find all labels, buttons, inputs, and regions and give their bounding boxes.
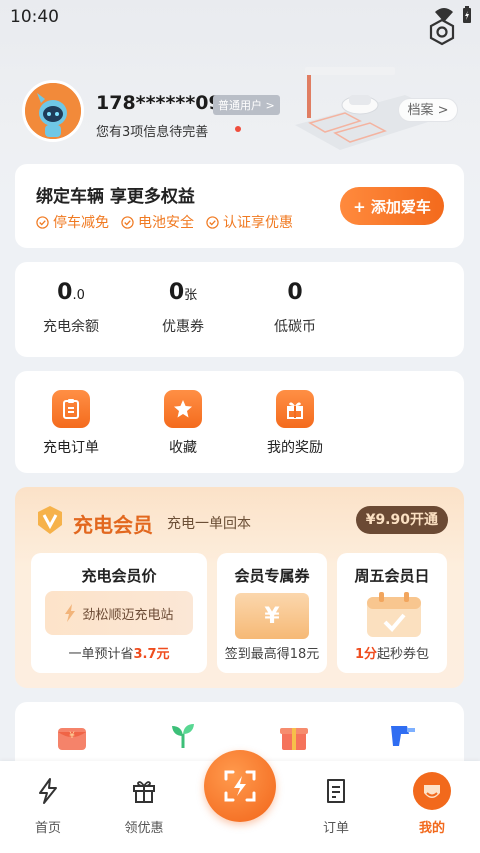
add-car-button[interactable]: + 添加爱车 — [340, 187, 444, 225]
tab-label: 我的 — [418, 821, 445, 836]
tab-label: 领优惠 — [124, 821, 164, 836]
check-circle-icon — [206, 215, 219, 229]
gift-icon — [276, 390, 314, 428]
check-circle-icon — [121, 215, 134, 229]
shortcut-label: 我的奖励 — [267, 440, 323, 456]
charging-gun-icon[interactable] — [387, 720, 421, 752]
notification-dot — [235, 126, 241, 132]
shortcuts-card: 充电订单 收藏 我的奖励 — [15, 371, 464, 473]
bind-vehicle-card: 绑定车辆 享更多权益 停车减免 电池安全 认证享优惠 + 添加爱车 — [15, 164, 464, 248]
perk-item: 电池安全 — [121, 212, 194, 232]
scan-charge-button[interactable] — [204, 750, 276, 822]
settings-icon[interactable] — [428, 18, 456, 46]
perk-item: 认证享优惠 — [206, 212, 293, 232]
calendar-check-icon — [367, 592, 421, 637]
profile-completion-hint[interactable]: 您有3项信息待完善 — [96, 121, 208, 140]
check-circle-icon — [36, 215, 49, 229]
tab-orders[interactable]: 订单 — [301, 777, 371, 836]
avatar[interactable] — [22, 80, 84, 142]
asset-value: 0 — [287, 280, 303, 305]
perk-label: 认证享优惠 — [223, 215, 293, 231]
clipboard-icon — [52, 390, 90, 428]
battery-icon — [463, 6, 471, 23]
profile-icon — [413, 772, 451, 810]
asset-value: 0张 — [168, 280, 198, 305]
assets-card: 0.0 充电余额 0张 优惠券 0 低碳币 — [15, 262, 464, 357]
lightning-icon — [39, 778, 57, 804]
sprout-icon[interactable] — [167, 720, 199, 752]
asset-value: 0.0 — [57, 280, 85, 305]
member-coupon-box[interactable]: 会员专属券 ¥ 签到最高得18元 — [217, 553, 327, 673]
scan-lightning-icon — [224, 770, 256, 802]
shortcut-label: 充电订单 — [43, 440, 99, 456]
member-box-footer: 签到最高得18元 — [224, 647, 320, 662]
perk-list: 停车减免 电池安全 认证享优惠 — [36, 212, 293, 232]
member-subtitle: 充电一单回本 — [167, 516, 251, 532]
archive-button[interactable]: 档案 > — [398, 98, 458, 122]
tab-home[interactable]: 首页 — [13, 777, 83, 836]
shortcut-charge-orders[interactable]: 充电订单 — [21, 390, 121, 457]
user-level-tag[interactable]: 普通用户 > — [213, 95, 280, 115]
gift-icon — [133, 781, 155, 803]
asset-carbon-coins[interactable]: 0 低碳币 — [239, 280, 351, 336]
station-name: 劲松顺迈充电站 — [82, 607, 174, 623]
member-title: 充电会员 — [73, 513, 153, 537]
star-icon — [164, 390, 202, 428]
charging-membership-card[interactable]: 充电会员 充电一单回本 ¥9.90开通 充电会员价 劲松顺迈充电站 一单预计省3… — [15, 487, 464, 688]
shortcut-rewards[interactable]: 我的奖励 — [245, 390, 345, 457]
status-bar: 10:40 — [0, 0, 480, 34]
yuan-coupon-icon: ¥ — [235, 593, 309, 639]
member-box-footer: 一单预计省3.7元 — [68, 647, 170, 662]
tab-coupons[interactable]: 领优惠 — [109, 777, 179, 836]
asset-label: 充电余额 — [43, 319, 99, 335]
lightning-icon — [65, 604, 76, 622]
shortcut-label: 收藏 — [169, 440, 197, 456]
member-box-title: 会员专属券 — [234, 567, 310, 585]
member-box-footer: 1分起秒券包 — [354, 647, 430, 662]
red-envelope-icon[interactable]: ¥ — [55, 722, 89, 752]
perk-item: 停车减免 — [36, 212, 109, 232]
perk-label: 电池安全 — [138, 215, 194, 231]
member-box-title: 充电会员价 — [81, 567, 157, 585]
gift-box-icon[interactable] — [277, 720, 311, 752]
asset-label: 优惠券 — [162, 319, 204, 335]
shortcut-favorites[interactable]: 收藏 — [133, 390, 233, 457]
asset-coupons[interactable]: 0张 优惠券 — [127, 280, 239, 336]
robot-avatar-icon — [25, 83, 81, 139]
tab-label: 首页 — [34, 821, 61, 836]
asset-balance[interactable]: 0.0 充电余额 — [15, 280, 127, 336]
tab-mine[interactable]: 我的 — [397, 772, 467, 836]
svg-text:¥: ¥ — [69, 731, 75, 741]
status-time: 10:40 — [10, 7, 59, 27]
member-v-badge-icon — [38, 506, 62, 534]
open-membership-button[interactable]: ¥9.90开通 — [355, 506, 448, 534]
bind-vehicle-title: 绑定车辆 享更多权益 — [36, 187, 195, 207]
member-day-box[interactable]: 周五会员日 1分起秒券包 — [337, 553, 447, 673]
user-phone: 178******09 — [96, 92, 222, 114]
station-pill: 劲松顺迈充电站 — [45, 591, 193, 635]
order-icon — [327, 779, 345, 803]
perk-label: 停车减免 — [53, 215, 109, 231]
tab-label: 订单 — [322, 821, 349, 836]
member-box-title: 周五会员日 — [354, 567, 430, 585]
asset-label: 低碳币 — [274, 319, 316, 335]
member-price-box[interactable]: 充电会员价 劲松顺迈充电站 一单预计省3.7元 — [31, 553, 207, 673]
